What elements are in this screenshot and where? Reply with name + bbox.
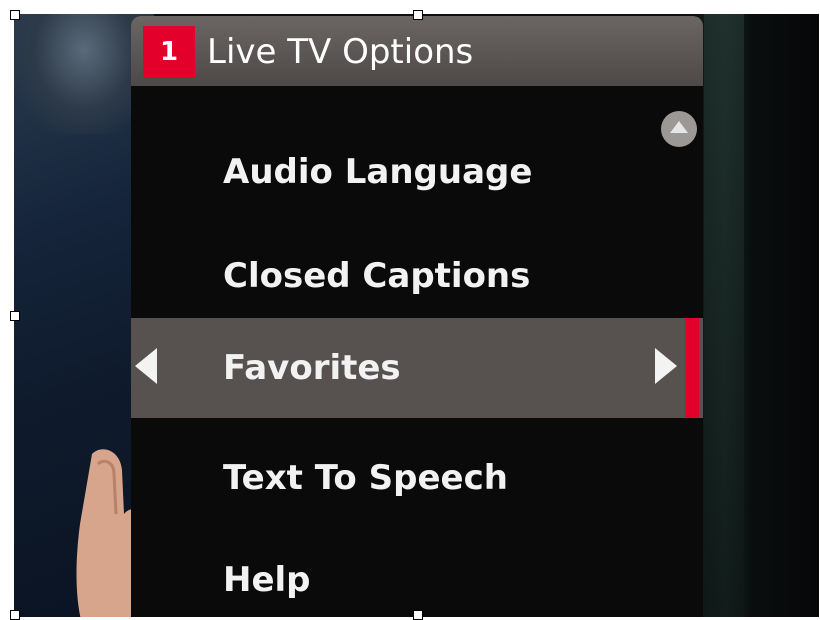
- menu-item-label: Text To Speech: [223, 458, 508, 498]
- resize-handle-top[interactable]: [413, 10, 423, 20]
- menu-item-label: Favorites: [223, 348, 401, 388]
- arrow-left-icon[interactable]: [135, 348, 157, 384]
- arrow-right-icon[interactable]: [655, 348, 677, 384]
- menu-title: Live TV Options: [207, 32, 474, 72]
- tv-photo: 1 Live TV Options Audio Language Closed …: [14, 14, 819, 617]
- menu-item-label: Help: [223, 560, 311, 600]
- menu-item-label: Audio Language: [223, 152, 533, 192]
- menu-item-text-to-speech[interactable]: Text To Speech: [131, 428, 703, 528]
- menu-item-favorites[interactable]: Favorites: [131, 318, 703, 418]
- resize-handle-left[interactable]: [10, 311, 20, 321]
- menu-item-label: Closed Captions: [223, 256, 531, 296]
- menu-item-audio-language[interactable]: Audio Language: [131, 122, 703, 222]
- menu-header: 1 Live TV Options: [131, 16, 703, 86]
- menu-item-closed-captions[interactable]: Closed Captions: [131, 226, 703, 326]
- menu-item-help[interactable]: Help: [131, 530, 703, 617]
- selection-indicator: [685, 318, 699, 418]
- background-right-glow: [704, 14, 744, 617]
- resize-handle-top-left[interactable]: [10, 10, 20, 20]
- channel-badge: 1: [143, 26, 195, 78]
- live-tv-options-menu: 1 Live TV Options Audio Language Closed …: [131, 16, 703, 617]
